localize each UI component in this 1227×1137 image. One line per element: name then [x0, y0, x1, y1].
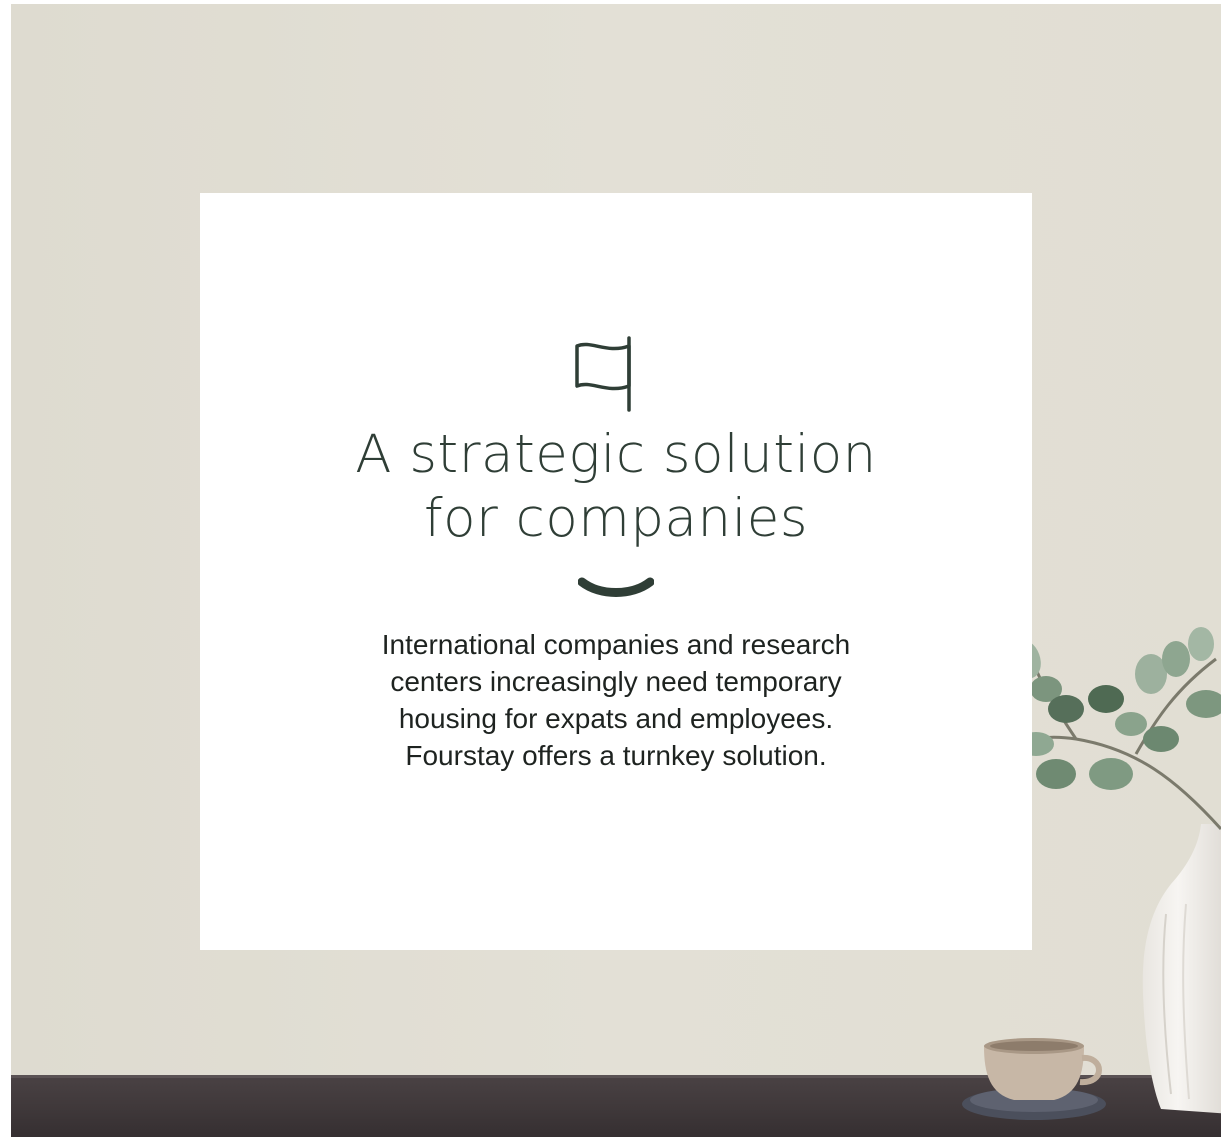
background-scene: A strategic solution for companies Inter…	[11, 4, 1221, 1137]
card-title-line-2: for companies	[423, 488, 809, 549]
card-title: A strategic solution for companies	[200, 423, 1032, 551]
flag-icon	[575, 336, 631, 412]
card-description: International companies and research cen…	[381, 629, 851, 771]
info-card: A strategic solution for companies Inter…	[200, 193, 1032, 950]
smile-divider-icon	[578, 577, 654, 597]
coffee-cup-image	[962, 1038, 1106, 1120]
card-title-line-1: A strategic solution	[355, 424, 877, 485]
